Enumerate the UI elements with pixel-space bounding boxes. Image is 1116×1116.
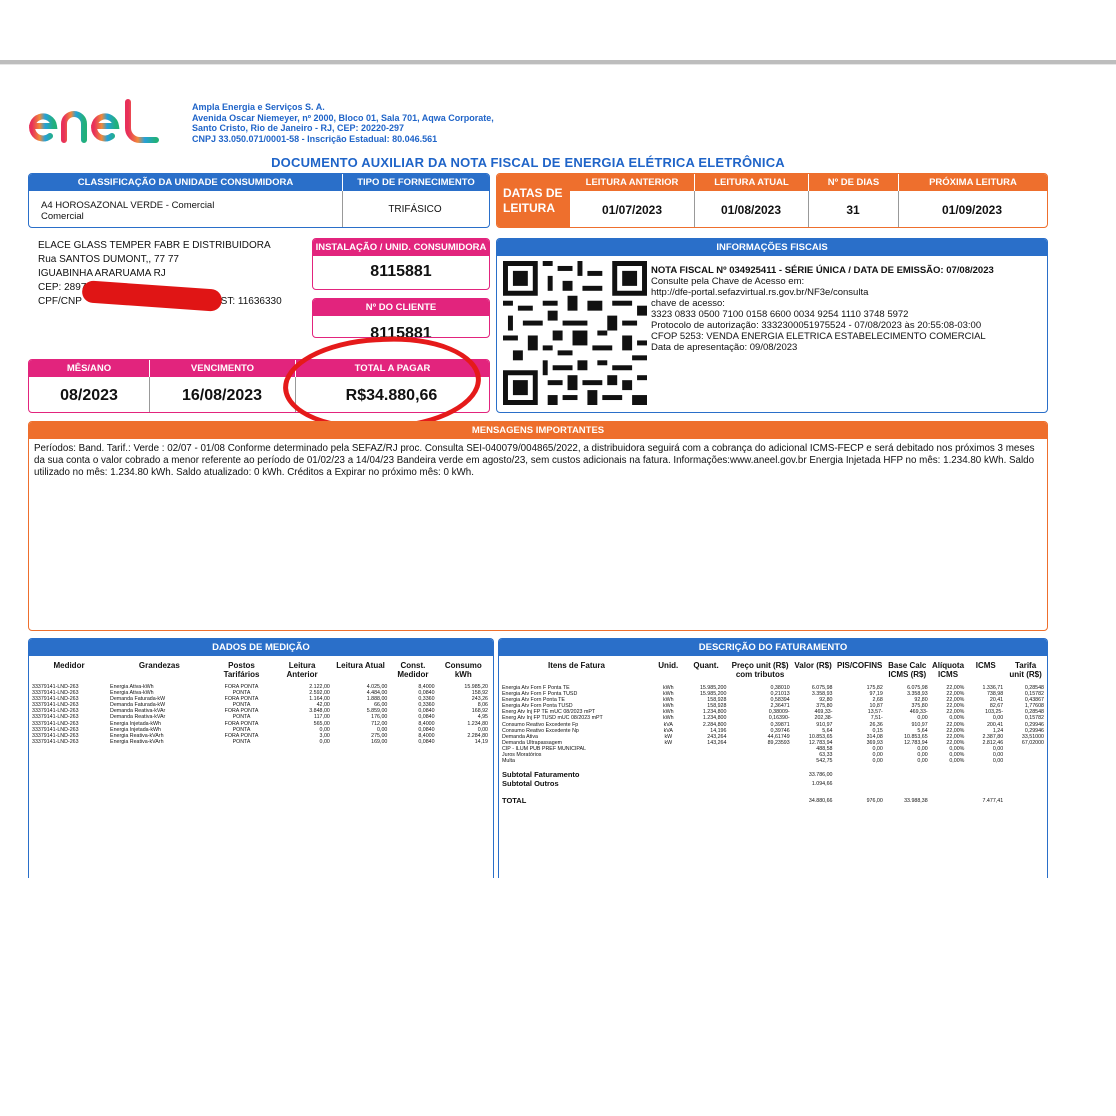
- qr-code-icon: [503, 261, 647, 405]
- fat-col-icms: ICMS: [975, 661, 996, 670]
- mensagens-text: Períodos: Band. Tarif.: Verde : 02/07 - …: [34, 443, 1035, 478]
- num-cliente-header: Nº DO CLIENTE: [313, 299, 489, 316]
- company-address-2: Santo Cristo, Rio de Janeiro - RJ, CEP: …: [192, 123, 405, 133]
- fiscal-consulte: Consulte pela Chave de Acesso em:: [651, 276, 805, 287]
- leitura-atual-header: LEITURA ATUAL: [694, 174, 808, 191]
- mensagens-header: MENSAGENS IMPORTANTES: [29, 422, 1047, 439]
- total-row: TOTAL 34.880,66 976,00 33.988,38 7.477,4…: [500, 796, 1046, 805]
- table-row: 33379141-LND-263 Energia Reativa-kVArh PON…: [32, 738, 488, 745]
- leitura-atual-value: 01/08/2023: [720, 203, 782, 217]
- total-base: 33.988,38: [904, 797, 928, 804]
- document-title: DOCUMENTO AUXILIAR DA NOTA FISCAL DE ENE…: [271, 155, 785, 170]
- medicao-col-medidor: Medidor: [53, 661, 85, 670]
- company-address-1: Avenida Oscar Niemeyer, nº 2000, Bloco 0…: [192, 112, 494, 123]
- classificacao-value: A4 HOROSAZONAL VERDE - Comercial: [41, 200, 215, 211]
- fat-col-preco: Preço unit (R$) com tributos: [731, 661, 789, 679]
- vencimento-value: 16/08/2023: [181, 387, 263, 404]
- top-divider-shadow: [0, 64, 1116, 65]
- fiscal-box: INFORMAÇÕES FISCAIS NOTA FISCAL Nº 03492…: [496, 238, 1048, 413]
- medicao-col-grandezas: Grandezas: [138, 661, 180, 670]
- datas-leitura-box: DATAS DE LEITURA LEITURA ANTERIOR LEITUR…: [496, 173, 1048, 228]
- vencimento-header: VENCIMENTO: [149, 360, 295, 377]
- instalacao-box: INSTALAÇÃO / UNID. CONSUMIDORA 8115881: [312, 238, 490, 290]
- client-cpf-label: CPF/CNP: [38, 296, 82, 307]
- num-dias-value: 31: [846, 203, 860, 217]
- classificacao-header: CLASSIFICAÇÃO DA UNIDADE CONSUMIDORA: [29, 174, 342, 191]
- datas-leitura-label-1: DATAS DE: [503, 186, 563, 200]
- classificacao-value-2: Comercial: [41, 211, 84, 222]
- fiscal-chave: 3323 0833 0500 7100 0158 6600 0034 9254 …: [651, 309, 909, 320]
- company-name: Ampla Energia e Serviços S. A.: [192, 102, 325, 112]
- mes-ano-header: MÊS/ANO: [29, 360, 149, 377]
- fat-col-tarifa: Tarifa unit (R$): [1009, 661, 1042, 679]
- fat-col-base: Base Calc ICMS (R$): [888, 661, 927, 679]
- medicao-col-postos: Postos Tarifários: [223, 661, 260, 679]
- subtotal-outros-label: Subtotal Outros: [502, 779, 559, 789]
- fiscal-info: NOTA FISCAL Nº 034925411 - SÉRIE ÚNICA /…: [651, 265, 994, 353]
- medicao-col-leitura-anterior: Leitura Anterior: [286, 661, 318, 679]
- client-est: EST: 11636330: [214, 296, 282, 307]
- faturamento-header: DESCRIÇÃO DO FATURAMENTO: [499, 639, 1047, 656]
- enel-logo-icon: [29, 99, 159, 143]
- proxima-leitura-value: 01/09/2023: [941, 203, 1003, 217]
- subtotal-faturamento-row: Subtotal Faturamento 33.786,00: [500, 770, 1046, 779]
- medicao-col-leitura-atual: Leitura Atual: [336, 661, 385, 670]
- subtotal-outros-row: Subtotal Outros 1.094,66: [500, 779, 1046, 788]
- fiscal-header: INFORMAÇÕES FISCAIS: [497, 239, 1047, 256]
- client-name: ELACE GLASS TEMPER FABR E DISTRIBUIDORA: [38, 240, 271, 251]
- fiscal-data-apresentacao: Data de apresentação: 09/08/2023: [651, 342, 798, 353]
- fiscal-protocolo: Protocolo de autorização: 33323000519755…: [651, 320, 982, 331]
- leitura-anterior-header: LEITURA ANTERIOR: [570, 174, 694, 191]
- instalacao-value: 8115881: [370, 263, 432, 280]
- client-city: IGUABINHA ARARUAMA RJ: [38, 268, 166, 279]
- highlight-circle: [280, 331, 484, 436]
- fat-col-valor: Valor (R$): [794, 661, 832, 670]
- company-cnpj: CNPJ 33.050.071/0001-58 - Inscrição Esta…: [192, 133, 438, 144]
- proxima-leitura-header: PRÓXIMA LEITURA: [898, 174, 1047, 191]
- fornecimento-value: TRIFÁSICO: [388, 204, 442, 215]
- datas-leitura-label-2: LEITURA: [503, 201, 555, 215]
- fiscal-url: http://dfe-portal.sefazvirtual.rs.gov.br…: [651, 287, 869, 298]
- num-dias-header: Nº DE DIAS: [808, 174, 898, 191]
- medicao-col-consumo: Consumo kWh: [444, 661, 482, 679]
- fat-col-pis: PIS/COFINS: [836, 661, 883, 670]
- medicao-table: Medidor Grandezas Postos Tarifários Leit…: [30, 661, 490, 745]
- faturamento-table: Itens de Fatura Unid. Quant. Preço unit …: [500, 661, 1046, 805]
- fat-col-unid: Unid.: [658, 661, 679, 670]
- subtotal-outros-value: 1.094,66: [811, 780, 833, 787]
- subtotal-faturamento-value: 33.786,00: [808, 771, 833, 778]
- leitura-anterior-value: 01/07/2023: [601, 203, 663, 217]
- classificacao-box: CLASSIFICAÇÃO DA UNIDADE CONSUMIDORA TIP…: [28, 173, 490, 228]
- fat-col-quant: Quant.: [693, 661, 719, 670]
- instalacao-header: INSTALAÇÃO / UNID. CONSUMIDORA: [313, 239, 489, 256]
- fat-col-itens: Itens de Fatura: [548, 661, 605, 670]
- medicao-header: DADOS DE MEDIÇÃO: [29, 639, 493, 656]
- total-icms: 7.477,41: [982, 797, 1004, 804]
- medicao-col-const: Const. Medidor: [397, 661, 429, 679]
- client-street: Rua SANTOS DUMONT,, 77 77: [38, 254, 179, 265]
- fornecimento-header: TIPO DE FORNECIMENTO: [342, 174, 489, 191]
- fat-col-aliquota: Alíquota ICMS: [932, 661, 965, 679]
- faturamento-box: DESCRIÇÃO DO FATURAMENTO Itens de Fatura…: [498, 638, 1048, 878]
- subtotal-faturamento-label: Subtotal Faturamento: [502, 770, 580, 780]
- total-label: TOTAL: [502, 796, 527, 806]
- company-info: Ampla Energia e Serviços S. A. Avenida O…: [192, 102, 494, 144]
- total-pis: 976,00: [866, 797, 883, 804]
- table-row: Energ Atv Inj FP TUSD mUC 08/2023 mPT kWh…: [502, 715, 1044, 722]
- fiscal-chave-label: chave de acesso:: [651, 298, 725, 309]
- medicao-box: DADOS DE MEDIÇÃO Medidor Grandezas Posto…: [28, 638, 494, 878]
- mensagens-box: MENSAGENS IMPORTANTES Períodos: Band. Ta…: [28, 421, 1048, 631]
- num-cliente-box: Nº DO CLIENTE 8115881: [312, 298, 490, 338]
- mes-ano-value: 08/2023: [60, 387, 118, 404]
- fiscal-nota: NOTA FISCAL Nº 034925411 - SÉRIE ÚNICA /…: [651, 265, 994, 276]
- total-valor: 34.880,66: [808, 797, 833, 804]
- fiscal-cfop: CFOP 5253: VENDA ENERGIA ELETRICA ESTABE…: [651, 331, 986, 342]
